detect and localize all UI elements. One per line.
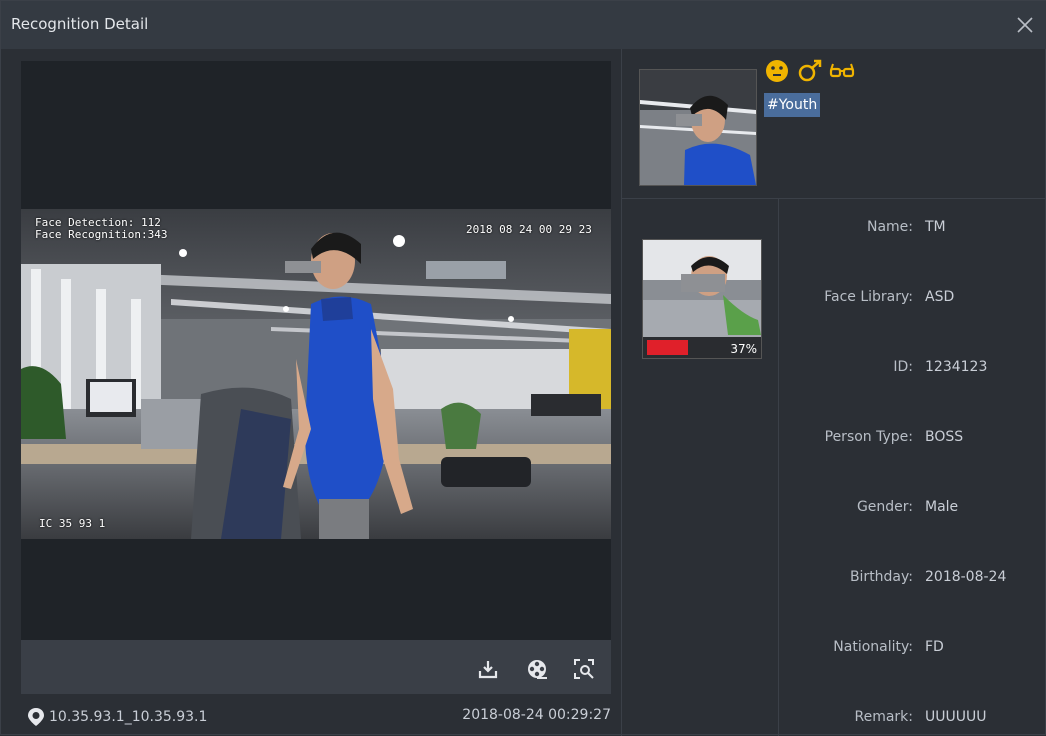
location-info: 10.35.93.1_10.35.93.1 [27,707,207,727]
video-toolbar [21,640,611,694]
info-label: Person Type: [824,429,913,445]
info-label: Face Library: [824,289,913,305]
similarity-bar-fill [647,340,688,355]
capture-timestamp: 2018-08-24 00:29:27 [462,707,611,723]
info-label: Gender: [856,499,913,515]
male-gender-icon [798,59,822,82]
face-snapshot[interactable] [639,69,757,186]
info-value: BOSS [925,429,964,445]
info-row: Remark: UUUUUU [779,709,1046,731]
panel-divider [621,49,622,736]
info-row: Face Library: ASD [779,289,1046,311]
info-value: 2018-08-24 [925,569,1007,585]
osd-face-recognition: Face Recognition:343 [35,228,168,241]
similarity-percent: 37% [730,342,757,356]
glasses-icon [829,63,855,78]
recognition-detail-dialog: Recognition Detail Face Detection: 112 F… [0,0,1046,736]
info-row: Person Type: BOSS [779,429,1046,451]
info-value: 1234123 [925,359,988,375]
age-tag: #Youth [764,93,821,117]
info-label: Remark: [854,709,913,725]
info-row: Nationality: FD [779,639,1046,661]
info-label: Name: [866,219,913,235]
video-frame[interactable]: Face Detection: 112 Face Recognition:343… [21,209,611,539]
location-text: 10.35.93.1_10.35.93.1 [49,709,208,725]
info-value: FD [925,639,944,655]
face-search-icon[interactable] [573,658,595,680]
info-row: Birthday: 2018-08-24 [779,569,1046,591]
title-bar: Recognition Detail [1,1,1046,49]
info-value: ASD [925,289,955,305]
info-row: ID: 1234123 [779,359,1046,381]
expression-icon [766,60,788,82]
info-label: Nationality: [833,639,913,655]
osd-timestamp: 2018 08 24 00 29 23 [466,223,592,236]
info-value: Male [925,499,959,515]
info-row: Name: TM [779,219,1046,241]
download-icon[interactable] [477,658,499,680]
info-row: Gender: Male [779,499,1046,521]
library-face-card[interactable]: 37% [642,239,762,359]
film-reel-icon[interactable] [526,658,548,680]
attribute-icons [765,59,855,83]
section-divider [622,198,1046,199]
info-label: ID: [893,359,913,375]
info-value: TM [925,219,946,235]
info-label: Birthday: [849,569,913,585]
dialog-title: Recognition Detail [11,15,149,33]
close-icon[interactable] [1011,11,1039,39]
location-pin-icon [28,708,44,726]
info-value: UUUUUU [925,709,987,725]
osd-channel: IC 35 93 1 [39,517,106,530]
